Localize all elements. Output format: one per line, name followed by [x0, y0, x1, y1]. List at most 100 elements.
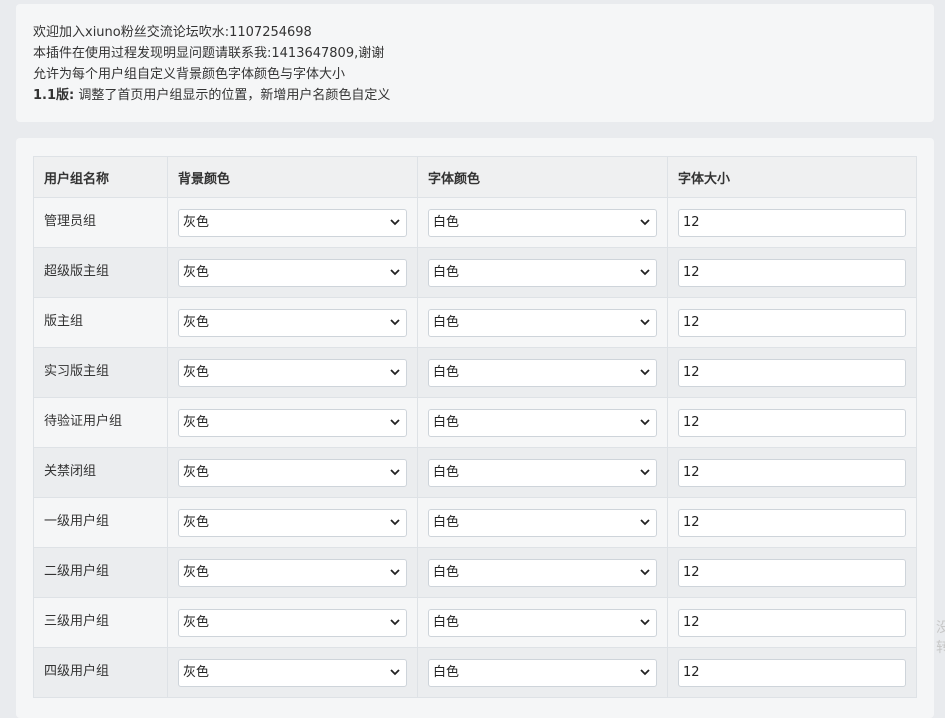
font-size-cell	[667, 647, 917, 698]
header-font-color: 字体颜色	[417, 156, 668, 198]
group-name: 关禁闭组	[33, 447, 168, 498]
group-name: 二级用户组	[33, 547, 168, 598]
font-size-cell	[667, 497, 917, 548]
chevron-down-icon	[640, 510, 650, 536]
bg-color-select[interactable]: 灰色	[178, 408, 407, 437]
font-color-value: 白色	[433, 264, 460, 280]
bg-color-cell: 灰色	[167, 297, 418, 348]
table-row: 管理员组 灰色 白色	[33, 197, 917, 248]
table-row: 四级用户组 灰色 白色	[33, 647, 917, 698]
bg-color-value: 灰色	[183, 264, 210, 280]
bg-color-select[interactable]: 灰色	[178, 208, 407, 237]
chevron-down-icon	[640, 310, 650, 336]
chevron-down-icon	[390, 410, 400, 436]
font-color-select[interactable]: 白色	[428, 458, 657, 487]
font-size-cell	[667, 247, 917, 298]
font-color-select[interactable]: 白色	[428, 408, 657, 437]
font-color-value: 白色	[433, 664, 460, 680]
group-name: 三级用户组	[33, 597, 168, 648]
font-size-input[interactable]	[678, 558, 906, 587]
font-color-cell: 白色	[417, 597, 668, 648]
font-size-input[interactable]	[678, 208, 906, 237]
group-name: 一级用户组	[33, 497, 168, 548]
font-size-input[interactable]	[678, 308, 906, 337]
bg-color-select[interactable]: 灰色	[178, 258, 407, 287]
font-color-cell: 白色	[417, 347, 668, 398]
bg-color-select[interactable]: 灰色	[178, 308, 407, 337]
version-changes: 调整了首页用户组显示的位置，新增用户名颜色自定义	[78, 88, 391, 103]
bg-color-cell: 灰色	[167, 597, 418, 648]
font-color-value: 白色	[433, 464, 460, 480]
chevron-down-icon	[390, 460, 400, 486]
bg-color-select[interactable]: 灰色	[178, 508, 407, 537]
bg-color-value: 灰色	[183, 214, 210, 230]
chevron-down-icon	[640, 410, 650, 436]
header-bg-color: 背景颜色	[167, 156, 418, 198]
font-size-input[interactable]	[678, 508, 906, 537]
chevron-down-icon	[390, 510, 400, 536]
font-color-select[interactable]: 白色	[428, 558, 657, 587]
bg-color-cell: 灰色	[167, 347, 418, 398]
chevron-down-icon	[640, 360, 650, 386]
chevron-down-icon	[640, 610, 650, 636]
font-color-value: 白色	[433, 414, 460, 430]
font-color-select[interactable]: 白色	[428, 308, 657, 337]
font-color-cell: 白色	[417, 297, 668, 348]
font-color-select[interactable]: 白色	[428, 208, 657, 237]
font-size-input[interactable]	[678, 608, 906, 637]
font-size-input[interactable]	[678, 458, 906, 487]
bg-color-value: 灰色	[183, 514, 210, 530]
font-color-value: 白色	[433, 614, 460, 630]
font-color-cell: 白色	[417, 547, 668, 598]
info-version: 1.1版: 调整了首页用户组显示的位置，新增用户名颜色自定义	[33, 85, 934, 106]
chevron-down-icon	[390, 310, 400, 336]
bg-color-cell: 灰色	[167, 247, 418, 298]
chevron-down-icon	[390, 260, 400, 286]
bg-color-cell: 灰色	[167, 547, 418, 598]
font-color-select[interactable]: 白色	[428, 358, 657, 387]
font-color-value: 白色	[433, 364, 460, 380]
bg-color-select[interactable]: 灰色	[178, 358, 407, 387]
font-color-cell: 白色	[417, 247, 668, 298]
group-name: 版主组	[33, 297, 168, 348]
font-size-cell	[667, 297, 917, 348]
font-color-select[interactable]: 白色	[428, 258, 657, 287]
table-row: 一级用户组 灰色 白色	[33, 497, 917, 548]
bg-color-value: 灰色	[183, 314, 210, 330]
table-row: 三级用户组 灰色 白色	[33, 597, 917, 648]
font-color-select[interactable]: 白色	[428, 508, 657, 537]
font-size-input[interactable]	[678, 258, 906, 287]
font-color-cell: 白色	[417, 397, 668, 448]
font-color-cell: 白色	[417, 447, 668, 498]
bg-color-cell: 灰色	[167, 397, 418, 448]
bg-color-select[interactable]: 灰色	[178, 658, 407, 687]
font-size-input[interactable]	[678, 358, 906, 387]
plugin-info-card: 欢迎加入xiuno粉丝交流论坛吹水:1107254698 本插件在使用过程发现明…	[16, 4, 934, 122]
table-row: 关禁闭组 灰色 白色	[33, 447, 917, 498]
bg-color-value: 灰色	[183, 464, 210, 480]
font-color-cell: 白色	[417, 197, 668, 248]
bg-color-value: 灰色	[183, 414, 210, 430]
font-color-value: 白色	[433, 514, 460, 530]
bg-color-select[interactable]: 灰色	[178, 558, 407, 587]
font-size-input[interactable]	[678, 408, 906, 437]
bg-color-select[interactable]: 灰色	[178, 608, 407, 637]
bg-color-cell: 灰色	[167, 647, 418, 698]
chevron-down-icon	[390, 660, 400, 686]
header-font-size: 字体大小	[667, 156, 917, 198]
bg-color-cell: 灰色	[167, 197, 418, 248]
bg-color-select[interactable]: 灰色	[178, 458, 407, 487]
font-color-value: 白色	[433, 314, 460, 330]
bg-color-value: 灰色	[183, 564, 210, 580]
info-contact: 本插件在使用过程发现明显问题请联系我:1413647809,谢谢	[33, 46, 385, 61]
chevron-down-icon	[640, 210, 650, 236]
header-group-name: 用户组名称	[33, 156, 168, 198]
font-size-cell	[667, 447, 917, 498]
info-description: 允许为每个用户组自定义背景颜色字体颜色与字体大小	[33, 67, 346, 82]
font-color-select[interactable]: 白色	[428, 658, 657, 687]
bg-color-value: 灰色	[183, 664, 210, 680]
font-color-select[interactable]: 白色	[428, 608, 657, 637]
font-size-input[interactable]	[678, 658, 906, 687]
font-color-cell: 白色	[417, 497, 668, 548]
group-name: 待验证用户组	[33, 397, 168, 448]
